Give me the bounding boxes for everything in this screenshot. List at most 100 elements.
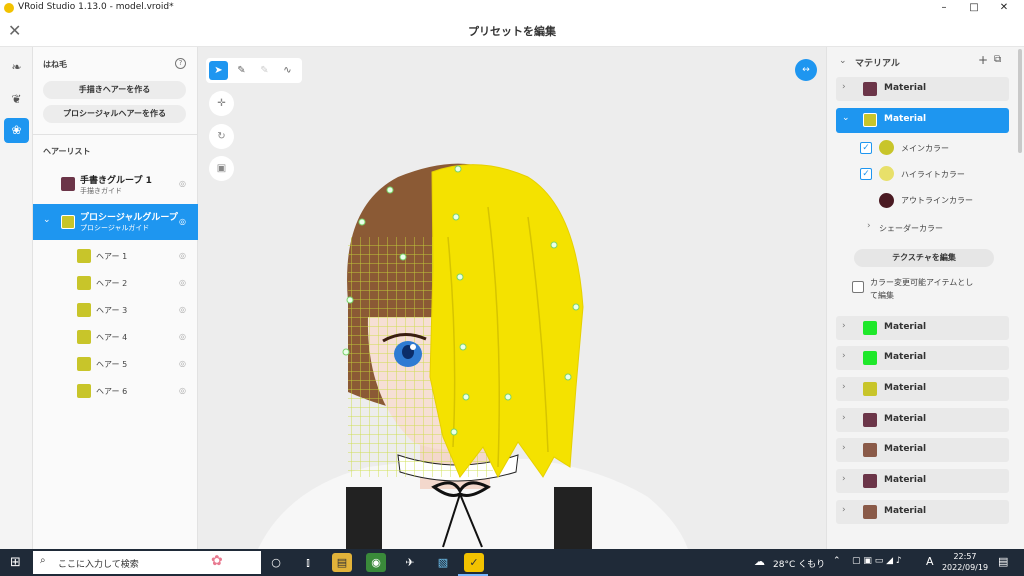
group-color-swatch — [61, 215, 75, 229]
hair-list-panel: はね毛 ? 手描きヘアーを作る プロシージャルヘアーを作る ヘアーリスト 手書き… — [33, 47, 198, 549]
material-name: Material — [884, 383, 927, 393]
main-color-checkbox[interactable]: ✓ — [860, 142, 872, 154]
chevron-down-icon[interactable]: ⌄ — [842, 113, 850, 123]
hair-front-icon[interactable]: ❧ — [4, 55, 29, 80]
visibility-off-icon[interactable]: ◎ — [179, 305, 186, 314]
chevron-right-icon[interactable]: › — [842, 505, 846, 515]
material-row[interactable]: › Material — [836, 346, 1009, 370]
group-subtitle: 手描きガイド — [80, 187, 122, 195]
material-row[interactable]: › Material — [836, 438, 1009, 462]
chevron-down-icon[interactable]: ⌄ — [839, 56, 847, 66]
visibility-off-icon[interactable]: ◎ — [179, 278, 186, 287]
material-row[interactable]: › Material — [836, 316, 1009, 340]
clock-time[interactable]: 22:57 — [947, 552, 983, 561]
create-procedural-hair-button[interactable]: プロシージャルヘアーを作る — [43, 105, 186, 123]
ime-indicator[interactable]: A — [926, 555, 934, 568]
duplicate-material-icon[interactable]: ⧉ — [994, 54, 1001, 65]
highlight-color-label: ハイライトカラー — [901, 170, 965, 179]
chevron-right-icon[interactable]: › — [842, 351, 846, 361]
vroid-app-icon — [4, 3, 14, 13]
chevron-right-icon[interactable]: › — [842, 321, 846, 331]
search-icon: ⌕ — [40, 555, 46, 566]
visibility-off-icon[interactable]: ◎ — [179, 332, 186, 341]
main-color-swatch[interactable] — [879, 140, 894, 155]
material-color-swatch — [863, 474, 877, 488]
search-input[interactable]: ここに入力して検索 — [58, 557, 139, 570]
material-row[interactable]: › Material — [836, 500, 1009, 524]
edit-texture-button[interactable]: テクスチャを編集 — [854, 249, 994, 267]
visibility-off-icon[interactable]: ◎ — [179, 217, 186, 226]
visibility-off-icon[interactable]: ◎ — [179, 386, 186, 395]
vroid-taskbar-icon[interactable]: ✓ — [464, 553, 484, 572]
group-subtitle: プロシージャルガイド — [80, 224, 150, 232]
hair-item-row[interactable]: ヘアー 1 ◎ — [33, 243, 198, 270]
hair-group-row-selected[interactable]: ⌄ プロシージャルグループ プロシージャルガイド ◎ — [33, 204, 198, 240]
material-row[interactable]: › Material — [836, 408, 1009, 432]
hair-name: ヘアー 5 — [96, 360, 128, 369]
flower-icon: ✿ — [211, 553, 223, 569]
create-handdrawn-hair-button[interactable]: 手描きヘアーを作る — [43, 81, 186, 99]
material-row[interactable]: › Material — [836, 77, 1009, 101]
divider — [33, 134, 198, 135]
notes-icon[interactable]: ▧ — [433, 553, 453, 572]
tray-icons[interactable]: ▢ ▣ ▭ ◢ ♪ — [852, 556, 902, 566]
notification-icon[interactable]: ▤ — [998, 555, 1008, 568]
windows-start-icon[interactable]: ⊞ — [10, 555, 21, 570]
material-color-swatch — [863, 82, 877, 96]
group-name: 手書きグループ 1 — [80, 176, 152, 186]
chevron-right-icon[interactable]: › — [842, 443, 846, 453]
hair-item-row[interactable]: ヘアー 2 ◎ — [33, 270, 198, 297]
hair-back-icon[interactable]: ❦ — [4, 87, 29, 112]
shader-color-label[interactable]: シェーダーカラー — [879, 223, 943, 234]
material-name: Material — [884, 414, 927, 424]
hair-item-row[interactable]: ヘアー 3 ◎ — [33, 297, 198, 324]
visibility-off-icon[interactable]: ◎ — [179, 251, 186, 260]
chrome-icon[interactable]: ◉ — [366, 553, 386, 572]
clock-date[interactable]: 2022/09/19 — [940, 563, 990, 572]
hair-group-row[interactable]: 手書きグループ 1 手描きガイド ◎ — [33, 167, 198, 201]
window-close-button[interactable]: ✕ — [984, 0, 1024, 16]
highlight-color-checkbox[interactable]: ✓ — [860, 168, 872, 180]
visibility-off-icon[interactable]: ◎ — [179, 359, 186, 368]
hair-item-row[interactable]: ヘアー 5 ◎ — [33, 351, 198, 378]
material-color-swatch — [863, 321, 877, 335]
weather-text[interactable]: 28°C くもり — [773, 557, 825, 570]
help-icon[interactable]: ? — [175, 58, 186, 69]
chevron-right-icon[interactable]: › — [867, 221, 871, 231]
material-color-swatch — [863, 443, 877, 457]
hair-name: ヘアー 6 — [96, 387, 128, 396]
hair-ahoge-icon[interactable]: ❀ — [4, 118, 29, 143]
hair-color-swatch — [77, 330, 91, 344]
file-explorer-icon[interactable]: ▤ — [332, 553, 352, 572]
hair-item-row[interactable]: ヘアー 6 ◎ — [33, 378, 198, 405]
visibility-off-icon[interactable]: ◎ — [179, 179, 186, 188]
window-titlebar: VRoid Studio 1.13.0 - model.vroid* – □ ✕ — [0, 0, 1024, 16]
main-color-label: メインカラー — [901, 144, 949, 153]
hair-color-swatch — [77, 357, 91, 371]
windows-taskbar: ⊞ ⌕ ここに入力して検索 ✿ ○ ⫾ ▤ ◉ ✈ ▧ ✓ ☁ 28°C くもり… — [0, 549, 1024, 576]
task-view-icon[interactable]: ⫾ — [298, 553, 318, 572]
add-material-icon[interactable]: + — [978, 53, 988, 67]
highlight-color-swatch[interactable] — [879, 166, 894, 181]
material-row[interactable]: › Material — [836, 377, 1009, 401]
outline-color-swatch[interactable] — [879, 193, 894, 208]
taskbar-search-box[interactable]: ⌕ ここに入力して検索 ✿ — [33, 551, 261, 574]
chevron-right-icon[interactable]: › — [842, 474, 846, 484]
app-icon[interactable]: ✈ — [400, 553, 420, 572]
chevron-down-icon[interactable]: ⌄ — [43, 215, 51, 225]
scrollbar[interactable] — [1018, 49, 1022, 153]
hair-list-title: ヘアーリスト — [43, 147, 91, 156]
chevron-right-icon[interactable]: › — [842, 382, 846, 392]
chevron-right-icon[interactable]: › — [842, 413, 846, 423]
material-section-title: マテリアル — [855, 59, 900, 69]
chevron-right-icon[interactable]: › — [842, 82, 846, 92]
hair-color-swatch — [77, 276, 91, 290]
cortana-icon[interactable]: ○ — [266, 553, 286, 572]
hair-item-row[interactable]: ヘアー 4 ◎ — [33, 324, 198, 351]
3d-viewport[interactable]: ➤ ✎ ✎ ∿ ✛ ↻ ▣ ↔ — [198, 47, 826, 549]
material-row-selected[interactable]: ⌄ Material — [836, 108, 1009, 133]
material-panel: ⌄ マテリアル + ⧉ › Material ⌄ Material ✓ メインカ… — [826, 47, 1024, 549]
material-row[interactable]: › Material — [836, 469, 1009, 493]
color-change-item-checkbox[interactable] — [852, 281, 864, 293]
tray-arrow-icon[interactable]: ⌃ — [833, 556, 841, 566]
